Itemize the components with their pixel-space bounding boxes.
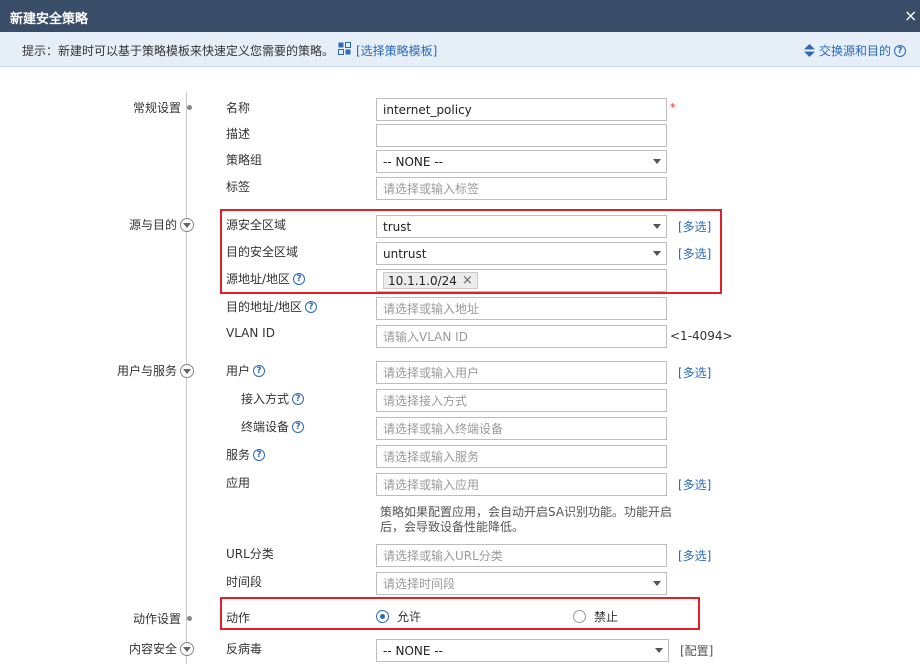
group-select-value: -- NONE -- bbox=[383, 154, 443, 169]
url-input[interactable]: 请选择或输入URL分类 bbox=[376, 544, 667, 567]
section-user-service: 用户与服务 bbox=[90, 362, 194, 379]
hint-bar: 提示：新建时可以基于策略模板来快速定义您需要的策略。 [选择策略模板] 交换源和… bbox=[0, 32, 920, 67]
name-label: 名称 bbox=[226, 101, 251, 115]
section-dot bbox=[187, 105, 192, 110]
section-label-content: 内容安全 bbox=[128, 642, 177, 656]
access-label: 接入方式 ? bbox=[241, 390, 305, 407]
highlight-box-action bbox=[220, 597, 700, 630]
help-icon[interactable]: ? bbox=[305, 300, 318, 313]
select-template-link[interactable]: [选择策略模板] bbox=[356, 42, 437, 59]
access-label-text: 接入方式 bbox=[241, 392, 290, 406]
user-label-text: 用户 bbox=[226, 364, 251, 378]
tag-label: 标签 bbox=[226, 180, 251, 194]
required-mark: * bbox=[670, 101, 676, 114]
dialog-titlebar: 新建安全策略 × bbox=[0, 0, 920, 32]
name-input[interactable]: internet_policy bbox=[376, 98, 667, 121]
group-select[interactable]: -- NONE -- bbox=[376, 150, 667, 173]
service-label: 服务 ? bbox=[226, 446, 266, 463]
chevron-down-icon bbox=[655, 648, 663, 653]
desc-label: 描述 bbox=[226, 127, 251, 141]
time-label: 时间段 bbox=[226, 575, 263, 589]
help-icon[interactable]: ? bbox=[292, 392, 305, 405]
dst-addr-input[interactable]: 请选择或输入地址 bbox=[376, 297, 667, 320]
section-action: 动作设置 bbox=[100, 610, 192, 627]
vlan-input[interactable]: 请输入VLAN ID bbox=[376, 325, 667, 348]
hint-text: 提示：新建时可以基于策略模板来快速定义您需要的策略。 bbox=[22, 44, 335, 58]
section-content: 内容安全 bbox=[100, 640, 194, 657]
help-icon[interactable]: ? bbox=[292, 420, 305, 433]
action-deny-label: 禁止 bbox=[594, 610, 619, 624]
action-allow-label: 允许 bbox=[397, 610, 422, 624]
user-label: 用户 ? bbox=[226, 362, 266, 379]
close-icon[interactable]: × bbox=[904, 6, 918, 25]
radio-unselected-icon bbox=[573, 610, 586, 623]
dst-addr-label-text: 目的地址/地区 bbox=[226, 300, 303, 314]
section-general: 常规设置 bbox=[100, 99, 192, 116]
user-input[interactable]: 请选择或输入用户 bbox=[376, 361, 667, 384]
vlan-range: <1-4094> bbox=[670, 329, 733, 343]
radio-selected-icon bbox=[376, 610, 389, 623]
section-src-dst: 源与目的 bbox=[100, 216, 194, 233]
swap-label: 交换源和目的 bbox=[818, 44, 891, 58]
section-label-user-service: 用户与服务 bbox=[116, 364, 177, 378]
section-label-src-dst: 源与目的 bbox=[128, 218, 177, 232]
dialog-title: 新建安全策略 bbox=[10, 12, 89, 27]
section-dot bbox=[187, 616, 192, 621]
action-allow-radio[interactable]: 允许 bbox=[376, 608, 421, 625]
antivirus-select-value: -- NONE -- bbox=[383, 643, 443, 658]
app-input[interactable]: 请选择或输入应用 bbox=[376, 473, 667, 496]
access-input[interactable]: 请选择接入方式 bbox=[376, 389, 667, 412]
help-icon[interactable]: ? bbox=[253, 448, 266, 461]
swap-icon bbox=[804, 44, 815, 57]
section-label-general: 常规设置 bbox=[132, 101, 181, 115]
url-label: URL分类 bbox=[226, 547, 274, 561]
service-label-text: 服务 bbox=[226, 448, 251, 462]
action-label: 动作 bbox=[226, 611, 251, 625]
swap-src-dst-button[interactable]: 交换源和目的 ? bbox=[803, 42, 906, 59]
collapse-icon[interactable] bbox=[180, 217, 194, 232]
action-deny-radio[interactable]: 禁止 bbox=[573, 608, 618, 625]
help-icon[interactable]: ? bbox=[253, 364, 266, 377]
vlan-label: VLAN ID bbox=[226, 326, 275, 340]
highlight-box-src-dst bbox=[220, 209, 722, 294]
app-multi-link[interactable]: [多选] bbox=[678, 476, 711, 493]
app-label: 应用 bbox=[226, 476, 251, 490]
chevron-down-icon bbox=[653, 581, 661, 586]
collapse-icon[interactable] bbox=[180, 641, 194, 656]
group-label: 策略组 bbox=[226, 153, 263, 167]
tag-input[interactable]: 请选择或输入标签 bbox=[376, 177, 667, 200]
time-select[interactable]: 请选择时间段 bbox=[376, 572, 667, 595]
user-multi-link[interactable]: [多选] bbox=[678, 364, 711, 381]
antivirus-label: 反病毒 bbox=[226, 642, 263, 656]
antivirus-config-link[interactable]: [配置] bbox=[680, 642, 713, 659]
template-icon[interactable] bbox=[338, 42, 351, 55]
collapse-icon[interactable] bbox=[180, 363, 194, 378]
section-label-action: 动作设置 bbox=[132, 612, 181, 626]
chevron-down-icon bbox=[653, 159, 661, 164]
dst-addr-label: 目的地址/地区 ? bbox=[226, 298, 318, 315]
service-input[interactable]: 请选择或输入服务 bbox=[376, 445, 667, 468]
desc-input[interactable] bbox=[376, 124, 667, 147]
antivirus-select[interactable]: -- NONE -- bbox=[376, 639, 669, 662]
url-multi-link[interactable]: [多选] bbox=[678, 547, 711, 564]
app-note: 策略如果配置应用，会自动开启SA识别功能。功能开启后，会导致设备性能降低。 bbox=[380, 505, 673, 534]
terminal-label-text: 终端设备 bbox=[241, 420, 290, 434]
terminal-label: 终端设备 ? bbox=[241, 418, 305, 435]
terminal-input[interactable]: 请选择或输入终端设备 bbox=[376, 417, 667, 440]
time-select-value: 请选择时间段 bbox=[383, 577, 456, 591]
help-icon[interactable]: ? bbox=[894, 44, 906, 57]
